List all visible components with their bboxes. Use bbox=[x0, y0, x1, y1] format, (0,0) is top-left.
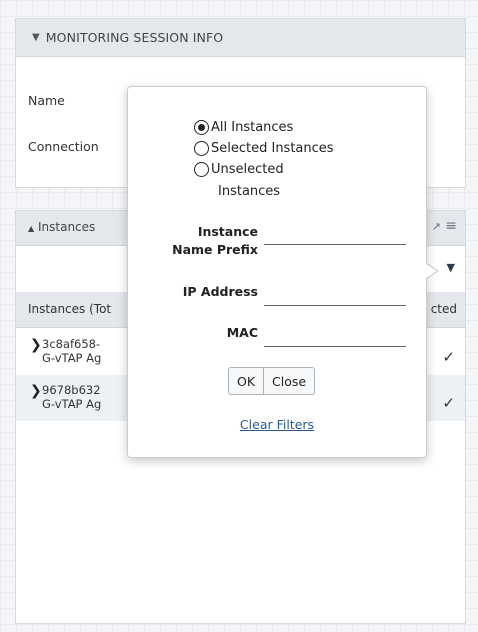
radio-unselected-label-cont: Instances bbox=[218, 184, 281, 199]
instance-id: 9678b632 bbox=[42, 383, 101, 397]
session-panel-title: MONITORING SESSION INFO bbox=[45, 30, 224, 45]
popup-arrow-fill bbox=[426, 264, 437, 278]
chevron-right-icon[interactable]: ❯ bbox=[30, 337, 42, 353]
instances-title-label: Instances bbox=[37, 220, 96, 234]
radio-all-instances[interactable]: All Instances bbox=[194, 120, 293, 135]
instance-type: G-vTAP Ag bbox=[42, 351, 102, 365]
chevron-down-icon[interactable]: ▼ bbox=[32, 32, 40, 43]
radio-selected-label: Selected Instances bbox=[211, 141, 334, 156]
session-panel-header[interactable]: ▼ MONITORING SESSION INFO bbox=[16, 19, 465, 57]
close-button[interactable]: Close bbox=[264, 367, 316, 395]
clear-filters-link[interactable]: Clear Filters bbox=[128, 417, 426, 432]
instance-name-prefix-input[interactable] bbox=[264, 226, 406, 245]
instance-type: G-vTAP Ag bbox=[42, 397, 102, 411]
instances-column-name[interactable]: Instances (Tot bbox=[28, 302, 111, 316]
mac-input[interactable] bbox=[264, 328, 406, 347]
prefix-label-line2: Name Prefix bbox=[172, 242, 258, 257]
radio-checked-icon[interactable] bbox=[194, 120, 209, 135]
expand-icon[interactable]: ↗ bbox=[432, 220, 441, 233]
radio-all-label: All Instances bbox=[211, 120, 294, 135]
check-icon[interactable]: ✓ bbox=[442, 348, 455, 366]
radio-unselected-label: Unselected bbox=[211, 162, 284, 177]
radio-selected-instances[interactable]: Selected Instances bbox=[194, 141, 334, 156]
prefix-label-line1: Instance bbox=[197, 224, 258, 239]
ok-button[interactable]: OK bbox=[228, 367, 265, 395]
connection-label: Connection bbox=[28, 139, 99, 154]
caret-up-icon: ▲ bbox=[28, 224, 35, 233]
radio-unselected-instances[interactable]: Unselected bbox=[194, 162, 284, 177]
chevron-right-icon[interactable]: ❯ bbox=[30, 383, 42, 399]
popup-button-group: OK Close bbox=[228, 367, 316, 395]
hamburger-icon[interactable]: ≡ bbox=[445, 218, 457, 234]
check-icon[interactable]: ✓ bbox=[442, 394, 455, 412]
ip-address-label: IP Address bbox=[182, 284, 258, 299]
instances-title[interactable]: ▲ Instances bbox=[28, 220, 95, 234]
instance-name-prefix-label: Instance Name Prefix bbox=[138, 223, 258, 259]
mac-label: MAC bbox=[226, 325, 258, 340]
name-label: Name bbox=[28, 93, 65, 108]
filter-popup: All Instances Selected Instances Unselec… bbox=[127, 86, 439, 458]
instances-tools: ↗ ≡ bbox=[432, 218, 457, 234]
selected-column[interactable]: cted bbox=[431, 302, 457, 316]
instance-id: 3c8af658- bbox=[42, 337, 101, 351]
ip-address-input[interactable] bbox=[264, 287, 406, 306]
filter-icon[interactable]: ▼ bbox=[447, 261, 455, 274]
radio-unchecked-icon[interactable] bbox=[194, 162, 209, 177]
radio-unchecked-icon[interactable] bbox=[194, 141, 209, 156]
